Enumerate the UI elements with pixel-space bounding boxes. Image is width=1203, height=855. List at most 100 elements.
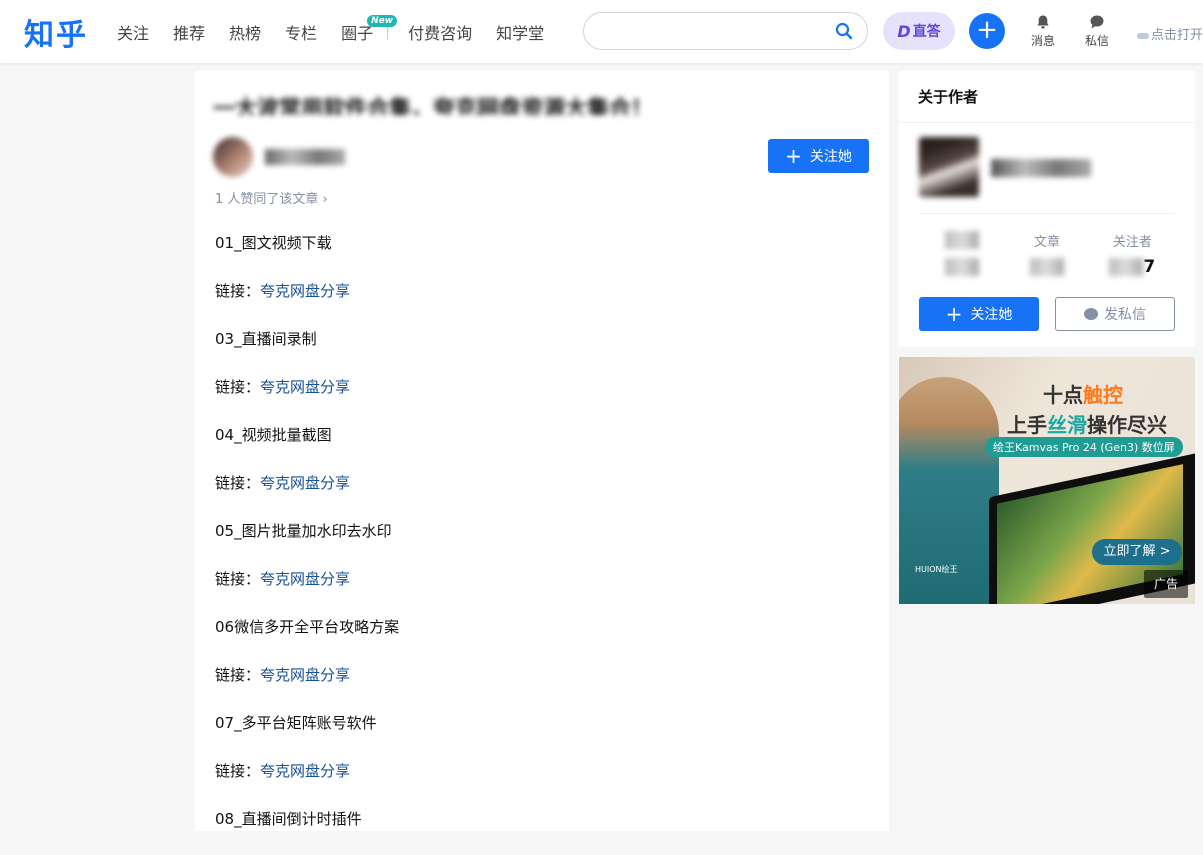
follow-author-button[interactable]: + 关注她 xyxy=(768,139,869,173)
new-badge: New xyxy=(367,15,398,27)
item-link-row: 链接：夸克网盘分享 xyxy=(215,375,855,423)
link-prefix: 链接： xyxy=(215,474,261,492)
main-nav: 关注 推荐 热榜 专栏 圈子 New 付费咨询 知学堂 xyxy=(117,15,568,44)
ad-headline-2a: 上手 xyxy=(1007,413,1047,437)
nav-recommend[interactable]: 推荐 xyxy=(173,20,205,44)
stat-followers[interactable]: 关注者 7 xyxy=(1090,231,1175,279)
quark-share-link[interactable]: 夸克网盘分享 xyxy=(260,570,350,588)
create-button[interactable]: + xyxy=(969,13,1005,49)
stat-value: 7 xyxy=(1090,257,1175,279)
zhida-label: 直答 xyxy=(912,24,941,40)
nav-circle-label: 圈子 xyxy=(341,24,374,43)
zhida-button[interactable]: 𝘿 直答 xyxy=(883,12,955,50)
sidebar-follow-label: 关注她 xyxy=(970,307,1013,323)
item-link-row: 链接：夸克网盘分享 xyxy=(215,279,855,327)
stat-answers[interactable] xyxy=(919,231,1004,279)
redacted-label xyxy=(944,231,979,249)
plus-icon: + xyxy=(945,302,963,326)
ad-headline-1a: 十点 xyxy=(1043,383,1083,407)
nav-follow[interactable]: 关注 xyxy=(117,20,149,44)
top-bar: 知乎 关注 推荐 热榜 专栏 圈子 New 付费咨询 知学堂 𝘿 直答 + 消息 xyxy=(0,0,1203,63)
nav-hot[interactable]: 热榜 xyxy=(229,20,261,44)
follow-label: 关注她 xyxy=(809,149,852,165)
author-stats: 文章 关注者 7 xyxy=(919,231,1175,279)
article-body: 01_图文视频下载 链接：夸克网盘分享 03_直播间录制 链接：夸克网盘分享 0… xyxy=(215,231,855,855)
stat-label: 文章 xyxy=(1033,235,1060,250)
quark-share-link[interactable]: 夸克网盘分享 xyxy=(260,282,350,300)
zhihu-logo[interactable]: 知乎 xyxy=(24,10,88,54)
item-title: 05_图片批量加水印去水印 xyxy=(215,522,392,540)
open-app-link[interactable]: 点击打开 xyxy=(1137,24,1203,43)
link-prefix: 链接： xyxy=(215,378,261,396)
bell-icon xyxy=(1037,15,1049,29)
likes-count-link[interactable]: 1 人赞同了该文章 › xyxy=(215,188,328,207)
ad-headline-2b: 丝滑 xyxy=(1047,413,1087,437)
article-title: 一大波常用软件合集，夸克网盘资源大集合！ xyxy=(213,97,654,115)
redacted-value xyxy=(1029,258,1064,276)
item-title: 04_视频批量截图 xyxy=(215,426,332,444)
item-link-row: 链接：夸克网盘分享 xyxy=(215,759,855,807)
stat-value xyxy=(919,257,1004,279)
item-title: 03_直播间录制 xyxy=(215,330,317,348)
author-avatar[interactable] xyxy=(213,137,253,177)
dm-label: 私信 xyxy=(1084,34,1109,48)
ad-cta-button[interactable]: 立即了解 > xyxy=(1092,539,1182,565)
stat-label: 关注者 xyxy=(1112,235,1152,250)
messages-button[interactable]: 消息 xyxy=(1023,14,1063,49)
messages-label: 消息 xyxy=(1030,34,1055,48)
stat-articles[interactable]: 文章 xyxy=(1004,231,1089,279)
item-link-row: 链接：夸克网盘分享 xyxy=(215,567,855,615)
stat-value xyxy=(1004,257,1089,279)
about-author-title: 关于作者 xyxy=(899,71,1195,123)
search-input[interactable] xyxy=(600,13,830,49)
ad-headline-2c: 操作尽兴 xyxy=(1087,413,1167,437)
advertisement-banner[interactable]: 十点触控 上手丝滑操作尽兴 绘王Kamvas Pro 24 (Gen3) 数位屏… xyxy=(899,357,1195,604)
redacted-value xyxy=(1109,258,1144,276)
article-card: 一大波常用软件合集，夸克网盘资源大集合！ + 关注她 1 人赞同了该文章 › 0… xyxy=(195,71,889,831)
link-prefix: 链接： xyxy=(215,570,261,588)
author-row xyxy=(213,137,345,177)
link-prefix: 链接： xyxy=(215,762,261,780)
quark-share-link[interactable]: 夸克网盘分享 xyxy=(260,474,350,492)
stat-label xyxy=(919,231,1004,249)
sidebar-follow-button[interactable]: + 关注她 xyxy=(919,297,1039,331)
nav-circle[interactable]: 圈子 New xyxy=(341,15,398,44)
quark-share-link[interactable]: 夸克网盘分享 xyxy=(260,762,350,780)
item-link-row: 链接：夸克网盘分享 xyxy=(215,471,855,519)
quark-share-link[interactable]: 夸克网盘分享 xyxy=(260,378,350,396)
ad-headline-1b: 触控 xyxy=(1083,383,1123,407)
item-title: 06微信多开全平台攻略方案 xyxy=(215,618,400,636)
send-message-label: 发私信 xyxy=(1104,307,1146,323)
sidebar-author-name[interactable] xyxy=(991,159,1091,177)
nav-zhixuetang[interactable]: 知学堂 xyxy=(496,20,544,44)
app-icon xyxy=(1137,32,1149,39)
redacted-value xyxy=(944,258,979,276)
divider xyxy=(919,213,1175,214)
followers-last-digit: 7 xyxy=(1143,257,1156,277)
link-prefix: 链接： xyxy=(215,666,261,684)
search-box xyxy=(583,12,868,50)
nav-paid-consult[interactable]: 付费咨询 xyxy=(408,20,472,44)
search-icon[interactable] xyxy=(835,22,853,40)
nav-column[interactable]: 专栏 xyxy=(285,20,317,44)
item-title: 07_多平台矩阵账号软件 xyxy=(215,714,377,732)
ad-product-pill: 绘王Kamvas Pro 24 (Gen3) 数位屏 xyxy=(985,437,1183,457)
chat-icon xyxy=(1090,15,1104,29)
dm-button[interactable]: 私信 xyxy=(1077,14,1117,49)
author-name[interactable] xyxy=(265,149,345,165)
zhida-icon: 𝘿 xyxy=(897,21,911,41)
item-title: 01_图文视频下载 xyxy=(215,234,332,252)
ad-headline-1: 十点触控 xyxy=(1043,379,1123,408)
ad-tag[interactable]: 广告 xyxy=(1144,570,1188,598)
item-title: 08_直播间倒计时插件 xyxy=(215,810,362,828)
about-author-card: 关于作者 文章 关注者 7 + 关注她 发私信 xyxy=(899,71,1195,347)
open-app-label: 点击打开 xyxy=(1151,28,1203,43)
link-prefix: 链接： xyxy=(215,282,261,300)
item-link-row: 链接：夸克网盘分享 xyxy=(215,663,855,711)
send-message-button[interactable]: 发私信 xyxy=(1055,297,1175,331)
plus-icon: + xyxy=(785,144,802,168)
sidebar-author-avatar[interactable] xyxy=(919,137,979,197)
quark-share-link[interactable]: 夸克网盘分享 xyxy=(260,666,350,684)
ad-brand-logo: HUION绘王 xyxy=(915,565,958,574)
chat-bubble-icon xyxy=(1084,308,1098,320)
